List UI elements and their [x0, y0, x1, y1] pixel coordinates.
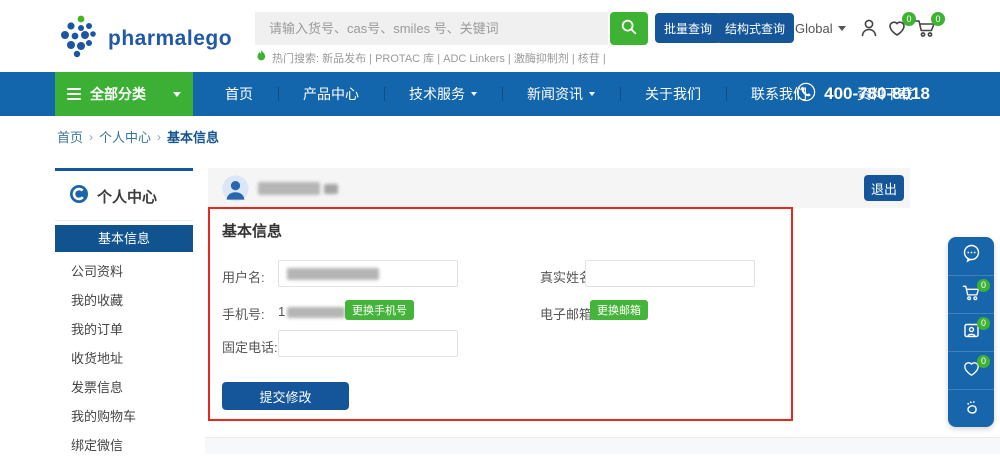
floating-toolbar: 0 0 0 [948, 237, 994, 427]
nav-item-home[interactable]: 首页 [200, 72, 278, 116]
flame-icon [256, 50, 267, 66]
username-label: 用户名: [222, 267, 265, 286]
toolbar-orders-button[interactable]: 0 [948, 313, 994, 351]
cart-button[interactable]: 0 [914, 17, 937, 44]
breadcrumb-basic-info: 基本信息 [167, 127, 219, 146]
heart-icon [886, 26, 908, 43]
toolbar-history-button[interactable] [948, 389, 994, 427]
toolbar-wishlist-badge: 0 [977, 355, 990, 368]
mobile-prefix: 1 [278, 304, 285, 319]
account-button[interactable] [858, 17, 880, 44]
username-input[interactable] [278, 260, 458, 287]
sidebar-header: 个人中心 [55, 171, 193, 221]
global-label: Global [795, 21, 833, 36]
hot-search: 热门搜索: 新品发布 | PROTAC 库 | ADC Linkers | 激酶… [256, 50, 606, 66]
search-input[interactable] [255, 12, 608, 45]
sidebar-item-company-profile[interactable]: 公司资料 [55, 257, 193, 286]
sidebar-item-bind-wechat[interactable]: 绑定微信 [55, 431, 193, 460]
logo[interactable]: pharmalego [58, 13, 232, 64]
mobile-redacted [287, 307, 345, 318]
phone-icon [796, 82, 816, 107]
realname-input[interactable] [585, 260, 755, 287]
footer-strip [205, 437, 1000, 454]
logo-molecule-icon [58, 13, 100, 64]
sidebar-menu: 基本信息 公司资料 我的收藏 我的订单 收货地址 发票信息 我的购物车 绑定微信 [55, 225, 193, 460]
search-button[interactable] [610, 12, 648, 45]
batch-query-button[interactable]: 批量查询 [655, 13, 721, 43]
global-language-dropdown[interactable]: Global [795, 21, 846, 36]
cart-icon [914, 26, 937, 43]
hamburger-icon [67, 85, 81, 103]
search-box [255, 12, 648, 45]
change-mobile-button[interactable]: 更换手机号 [345, 300, 414, 320]
submit-changes-button[interactable]: 提交修改 [222, 382, 349, 410]
phone-number: 400-780-8018 [824, 84, 930, 104]
breadcrumb-separator: › [157, 130, 161, 144]
change-email-button[interactable]: 更换邮箱 [590, 300, 648, 320]
toolbar-orders-badge: 0 [977, 317, 990, 330]
basic-info-panel: 基本信息 用户名: 真实姓名: 手机号: 1 更换手机号 电子邮箱: 更换邮箱 … [208, 207, 793, 421]
footprint-icon [961, 396, 982, 422]
toolbar-cart-button[interactable]: 0 [948, 275, 994, 313]
all-categories-button[interactable]: 全部分类 [55, 72, 193, 116]
user-strip: 退出 [208, 168, 910, 208]
hot-search-text[interactable]: 热门搜索: 新品发布 | PROTAC 库 | ADC Linkers | 激酶… [272, 50, 606, 66]
breadcrumb-user-center[interactable]: 个人中心 [99, 127, 151, 146]
sidebar: 个人中心 基本信息 公司资料 我的收藏 我的订单 收货地址 发票信息 我的购物车… [55, 168, 193, 454]
username-value-redacted [287, 268, 379, 280]
logo-text: pharmalego [108, 27, 232, 51]
toolbar-cart-badge: 0 [977, 279, 990, 292]
all-categories-label: 全部分类 [90, 84, 168, 104]
sidebar-item-shipping-address[interactable]: 收货地址 [55, 344, 193, 373]
nav-item-about[interactable]: 关于我们 [620, 72, 726, 116]
search-icon [620, 18, 638, 39]
landline-input[interactable] [278, 330, 458, 357]
toolbar-wishlist-button[interactable]: 0 [948, 351, 994, 389]
chevron-down-icon [173, 92, 181, 97]
toolbar-chat-button[interactable] [948, 237, 994, 275]
section-title: 基本信息 [222, 220, 282, 241]
sidebar-item-shopping-cart[interactable]: 我的购物车 [55, 402, 193, 431]
sidebar-title: 个人中心 [97, 186, 157, 207]
logout-button[interactable]: 退出 [864, 175, 904, 201]
chat-icon [961, 243, 982, 269]
username-redacted [258, 182, 320, 195]
header: pharmalego 批量查询 结构式查询 Global 0 [0, 0, 1000, 72]
cart-count-badge: 0 [931, 12, 945, 26]
wishlist-button[interactable]: 0 [886, 17, 908, 44]
breadcrumb-home[interactable]: 首页 [57, 127, 83, 146]
chevron-down-icon [589, 92, 595, 96]
landline-label: 固定电话: [222, 337, 278, 356]
sidebar-item-invoice-info[interactable]: 发票信息 [55, 373, 193, 402]
chevron-down-icon [471, 92, 477, 96]
main-navbar: 全部分类 首页 产品中心 技术服务 新闻资讯 关于我们 联系我们 资料下载 40… [0, 72, 1000, 116]
mobile-value: 1 [278, 304, 345, 319]
breadcrumb: 首页 › 个人中心 › 基本信息 [57, 127, 219, 146]
email-label: 电子邮箱: [540, 304, 596, 323]
nav-item-news[interactable]: 新闻资讯 [502, 72, 620, 116]
sidebar-item-orders[interactable]: 我的订单 [55, 315, 193, 344]
user-center-icon [69, 184, 89, 209]
chevron-down-icon [838, 26, 846, 31]
nav-item-products[interactable]: 产品中心 [278, 72, 384, 116]
service-phone: 400-780-8018 [796, 72, 930, 116]
breadcrumb-separator: › [89, 130, 93, 144]
username-redacted [324, 184, 338, 194]
mobile-label: 手机号: [222, 304, 265, 323]
user-icon [858, 26, 880, 43]
sidebar-item-favorites[interactable]: 我的收藏 [55, 286, 193, 315]
structure-query-button[interactable]: 结构式查询 [716, 13, 794, 43]
sidebar-item-basic-info[interactable]: 基本信息 [55, 225, 193, 252]
nav-item-services[interactable]: 技术服务 [384, 72, 502, 116]
avatar [222, 175, 249, 207]
